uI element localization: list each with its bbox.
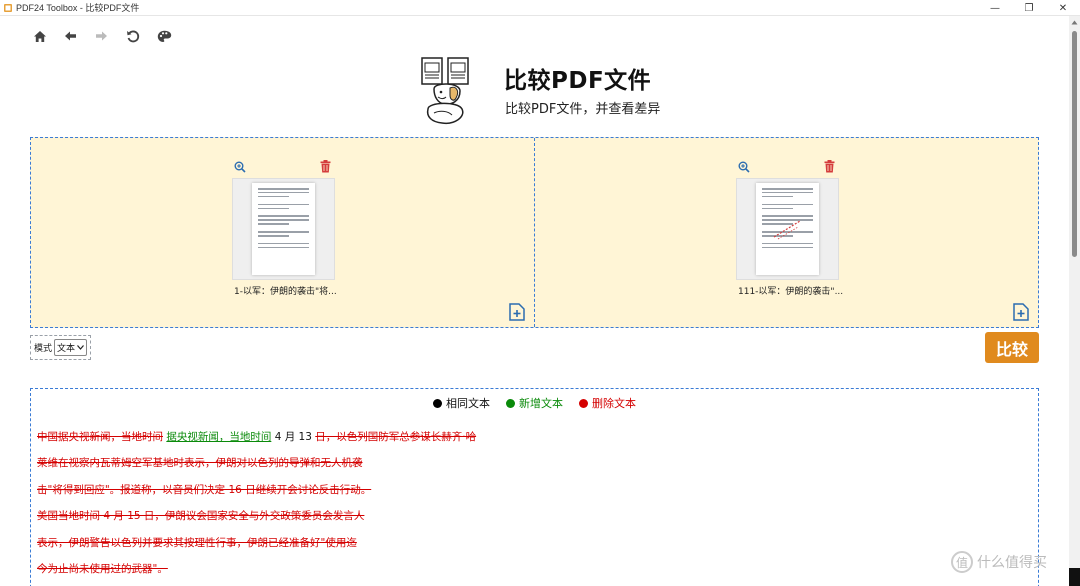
arrow-left-icon bbox=[65, 31, 76, 41]
diff-segment-same: 4 月 13 bbox=[274, 431, 316, 443]
legend-deleted-dot bbox=[579, 398, 588, 408]
diff-result-panel: 相同文本 新增文本 删除文本 中国据央视新闻，当地时间 据央视新闻，当地时间 4… bbox=[30, 388, 1039, 586]
forward-button[interactable] bbox=[95, 27, 126, 45]
diff-segment-deleted: 表示，伊朗警告以色列并要求其按理性行事，伊朗已经准备好"使用迄 bbox=[37, 537, 357, 549]
diff-line: 莱维在视察内瓦蒂姆空军基地时表示，伊朗对以色列的导弹和无人机袭 bbox=[37, 455, 363, 470]
maximize-button[interactable]: ❐ bbox=[1012, 0, 1046, 16]
close-button[interactable]: ✕ bbox=[1046, 0, 1080, 16]
diff-line: 美国当地时间 4 月 15 日，伊朗议会国家安全与外交政策委员会发言人 bbox=[37, 508, 364, 523]
legend-added: 新增文本 bbox=[506, 395, 563, 411]
trash-icon[interactable] bbox=[320, 160, 331, 173]
diff-segment-added: 据央视新闻，当地时间 bbox=[166, 431, 272, 443]
scroll-thumb[interactable] bbox=[1072, 31, 1077, 257]
legend-same-label: 相同文本 bbox=[446, 397, 490, 410]
add-file-icon[interactable] bbox=[1013, 303, 1029, 321]
file-drop-area[interactable]: 1-以军：伊朗的袭击"将... 111-以军：伊朗的袭击"... bbox=[30, 137, 1039, 328]
window-title: PDF24 Toolbox - 比较PDF文件 bbox=[16, 3, 140, 13]
legend-added-label: 新增文本 bbox=[519, 397, 563, 410]
minimize-button[interactable]: — bbox=[978, 0, 1012, 16]
diff-line: 表示，伊朗警告以色列并要求其按理性行事，伊朗已经准备好"使用迄 bbox=[37, 535, 357, 550]
arrow-right-icon bbox=[96, 31, 107, 41]
trash-icon[interactable] bbox=[824, 160, 835, 173]
file-name: 1-以军：伊朗的袭击"将... bbox=[234, 287, 337, 297]
file-pane-left[interactable]: 1-以军：伊朗的袭击"将... bbox=[31, 138, 534, 327]
diff-segment-deleted: 美国当地时间 4 月 15 日，伊朗议会国家安全与外交政策委员会发言人 bbox=[37, 510, 365, 522]
reload-button[interactable] bbox=[126, 27, 157, 45]
title-bar: PDF24 Toolbox - 比较PDF文件 — ❐ ✕ bbox=[0, 0, 1080, 16]
diff-segment-deleted: 今为止尚未使用过的武器"。 bbox=[37, 563, 168, 575]
page-title: 比较PDF文件 bbox=[504, 68, 652, 94]
file-pane-right[interactable]: 111-以军：伊朗的袭击"... bbox=[534, 138, 1038, 327]
app-icon bbox=[4, 3, 12, 12]
legend-added-dot bbox=[506, 398, 515, 408]
thumbnail-page bbox=[252, 183, 315, 275]
legend-deleted: 删除文本 bbox=[579, 395, 636, 411]
legend-deleted-label: 删除文本 bbox=[592, 397, 636, 410]
watermark-logo-icon: 值 bbox=[951, 551, 973, 573]
compare-logo-illustration bbox=[421, 57, 469, 125]
diff-legend: 相同文本 新增文本 删除文本 bbox=[31, 395, 1038, 411]
pdf-thumbnail[interactable] bbox=[232, 178, 335, 280]
theme-button[interactable] bbox=[157, 27, 188, 45]
mode-selector: 模式 文本 bbox=[30, 335, 92, 360]
diff-segment-deleted: 击"将得到回应"。报道称，以音员们决定 16 日继续开会讨论反击行动。 bbox=[37, 484, 372, 496]
corner-strip bbox=[1069, 568, 1080, 586]
mode-label: 模式 bbox=[34, 344, 53, 354]
diff-line: 中国据央视新闻，当地时间 据央视新闻，当地时间 4 月 13 日，以色列国防军总… bbox=[37, 429, 476, 444]
diff-segment-deleted: 日，以色列国防军总参谋长赫齐·哈 bbox=[315, 431, 477, 443]
scroll-up-arrow[interactable] bbox=[1069, 20, 1080, 28]
thumbnail-page bbox=[756, 183, 819, 275]
page-subtitle: 比较PDF文件，并查看差异 bbox=[505, 102, 661, 117]
chevron-down-icon bbox=[77, 345, 84, 350]
watermark-text: 什么值得买 bbox=[977, 555, 1047, 571]
diff-segment-deleted: 莱维在视察内瓦蒂姆空军基地时表示，伊朗对以色列的导弹和无人机袭 bbox=[37, 457, 363, 469]
home-icon bbox=[34, 30, 46, 42]
add-file-icon[interactable] bbox=[509, 303, 525, 321]
undo-icon bbox=[127, 30, 140, 42]
palette-icon bbox=[157, 30, 172, 42]
watermark: 值 什么值得买 bbox=[951, 551, 1047, 573]
home-button[interactable] bbox=[33, 27, 64, 45]
diff-segment-deleted: 中国据央视新闻，当地时间 bbox=[37, 431, 163, 443]
zoom-in-icon[interactable] bbox=[738, 161, 750, 173]
diff-line: 今为止尚未使用过的武器"。 bbox=[37, 561, 168, 576]
mode-selected-value: 文本 bbox=[57, 344, 76, 354]
triangle-up-icon bbox=[1071, 20, 1078, 25]
pdf-thumbnail[interactable] bbox=[736, 178, 839, 280]
legend-same: 相同文本 bbox=[433, 395, 490, 411]
file-name: 111-以军：伊朗的袭击"... bbox=[738, 287, 844, 297]
mode-select[interactable]: 文本 bbox=[54, 339, 88, 356]
nav-toolbar bbox=[33, 27, 188, 45]
zoom-in-icon[interactable] bbox=[234, 161, 246, 173]
diff-line: 击"将得到回应"。报道称，以音员们决定 16 日继续开会讨论反击行动。 bbox=[37, 482, 371, 497]
back-button[interactable] bbox=[64, 27, 95, 45]
legend-same-dot bbox=[433, 398, 442, 408]
compare-button[interactable]: 比较 bbox=[985, 332, 1039, 363]
watermark-stamp-icon bbox=[773, 220, 801, 240]
vertical-scrollbar[interactable] bbox=[1069, 16, 1080, 586]
